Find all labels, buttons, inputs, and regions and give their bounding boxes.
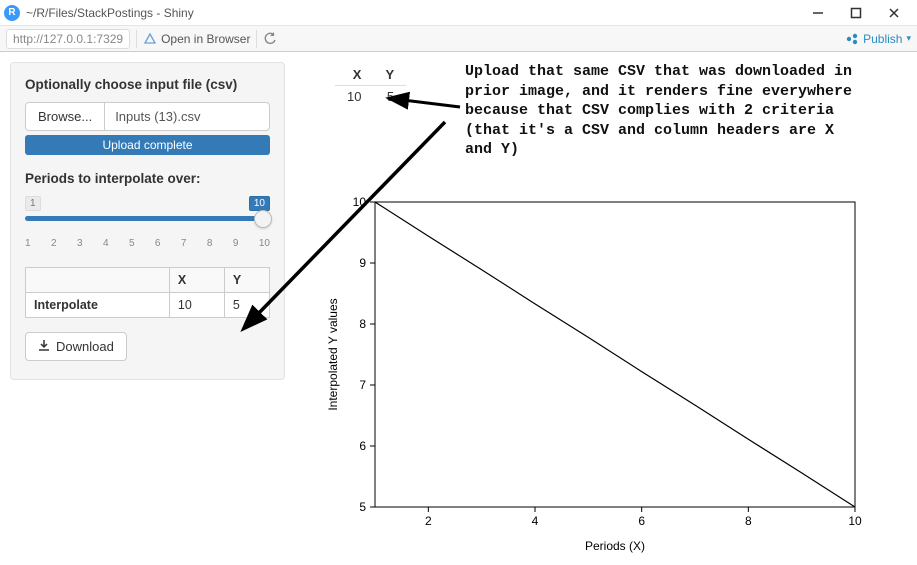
table-col-x: X [169, 268, 224, 293]
refresh-icon [263, 32, 277, 46]
download-label: Download [56, 339, 114, 354]
table-row: Interpolate 10 5 [26, 293, 270, 318]
separator [136, 30, 137, 48]
interpolation-plot: 5 6 7 8 9 10 2 4 6 8 10 Interpolated Y values Period… [315, 192, 875, 565]
svg-text:9: 9 [359, 256, 366, 270]
slider-max-badge: 10 [249, 196, 270, 211]
separator [256, 30, 257, 48]
svg-text:5: 5 [359, 500, 366, 514]
close-button[interactable] [875, 2, 913, 24]
slider-min-badge: 1 [25, 196, 41, 211]
file-input: Browse... Inputs (13).csv [25, 102, 270, 131]
minimize-button[interactable] [799, 2, 837, 24]
url-field[interactable]: http://127.0.0.1:7329 [6, 29, 130, 49]
svg-text:6: 6 [638, 514, 645, 528]
svg-text:4: 4 [532, 514, 539, 528]
preview-val-x: 10 [335, 86, 373, 108]
slider-tick-labels: 12345678910 [25, 238, 270, 249]
refresh-button[interactable] [263, 32, 277, 46]
table-row-y: 5 [224, 293, 269, 318]
svg-text:6: 6 [359, 439, 366, 453]
toolbar: http://127.0.0.1:7329 Open in Browser Pu… [0, 26, 917, 52]
table-row-x: 10 [169, 293, 224, 318]
table-col-y: Y [224, 268, 269, 293]
data-preview-table: X Y 10 5 [335, 64, 406, 107]
svg-text:10: 10 [353, 195, 367, 209]
file-input-label: Optionally choose input file (csv) [25, 77, 270, 92]
upload-progress: Upload complete [25, 135, 270, 155]
annotation-text: Upload that same CSV that was downloaded… [465, 62, 865, 160]
download-button[interactable]: Download [25, 332, 127, 361]
svg-text:2: 2 [425, 514, 432, 528]
svg-text:Periods (X): Periods (X) [585, 539, 645, 553]
preview-col-x: X [335, 64, 373, 86]
svg-text:8: 8 [745, 514, 752, 528]
slider-bar [25, 216, 270, 221]
interpolate-table: X Y Interpolate 10 5 [25, 267, 270, 318]
svg-text:Interpolated Y values: Interpolated Y values [326, 298, 340, 410]
preview-col-y: Y [373, 64, 406, 86]
table-row-label: Interpolate [26, 293, 170, 318]
chevron-down-icon: ▾ [906, 33, 911, 44]
download-icon [38, 339, 50, 354]
svg-text:8: 8 [359, 317, 366, 331]
periods-slider[interactable]: 1 10 [25, 196, 270, 236]
preview-val-y: 5 [373, 86, 406, 108]
publish-label: Publish [863, 32, 902, 46]
publish-button[interactable]: Publish ▾ [845, 32, 911, 46]
open-in-browser-label: Open in Browser [161, 32, 250, 46]
svg-text:10: 10 [848, 514, 862, 528]
table-header-row: X Y [26, 268, 270, 293]
chosen-file-name: Inputs (13).csv [105, 102, 270, 131]
sidebar-panel: Optionally choose input file (csv) Brows… [10, 62, 285, 380]
svg-text:7: 7 [359, 378, 366, 392]
slider-handle[interactable] [254, 210, 272, 228]
browser-icon [143, 32, 157, 46]
main-panel: X Y 10 5 Upload that same CSV that was d… [295, 62, 907, 380]
maximize-button[interactable] [837, 2, 875, 24]
open-in-browser-button[interactable]: Open in Browser [143, 32, 250, 46]
window-titlebar: R ~/R/Files/StackPostings - Shiny [0, 0, 917, 26]
window-title: ~/R/Files/StackPostings - Shiny [26, 6, 799, 20]
browse-button[interactable]: Browse... [25, 102, 105, 131]
publish-icon [845, 32, 859, 46]
r-app-icon: R [4, 5, 20, 21]
slider-label: Periods to interpolate over: [25, 171, 270, 186]
